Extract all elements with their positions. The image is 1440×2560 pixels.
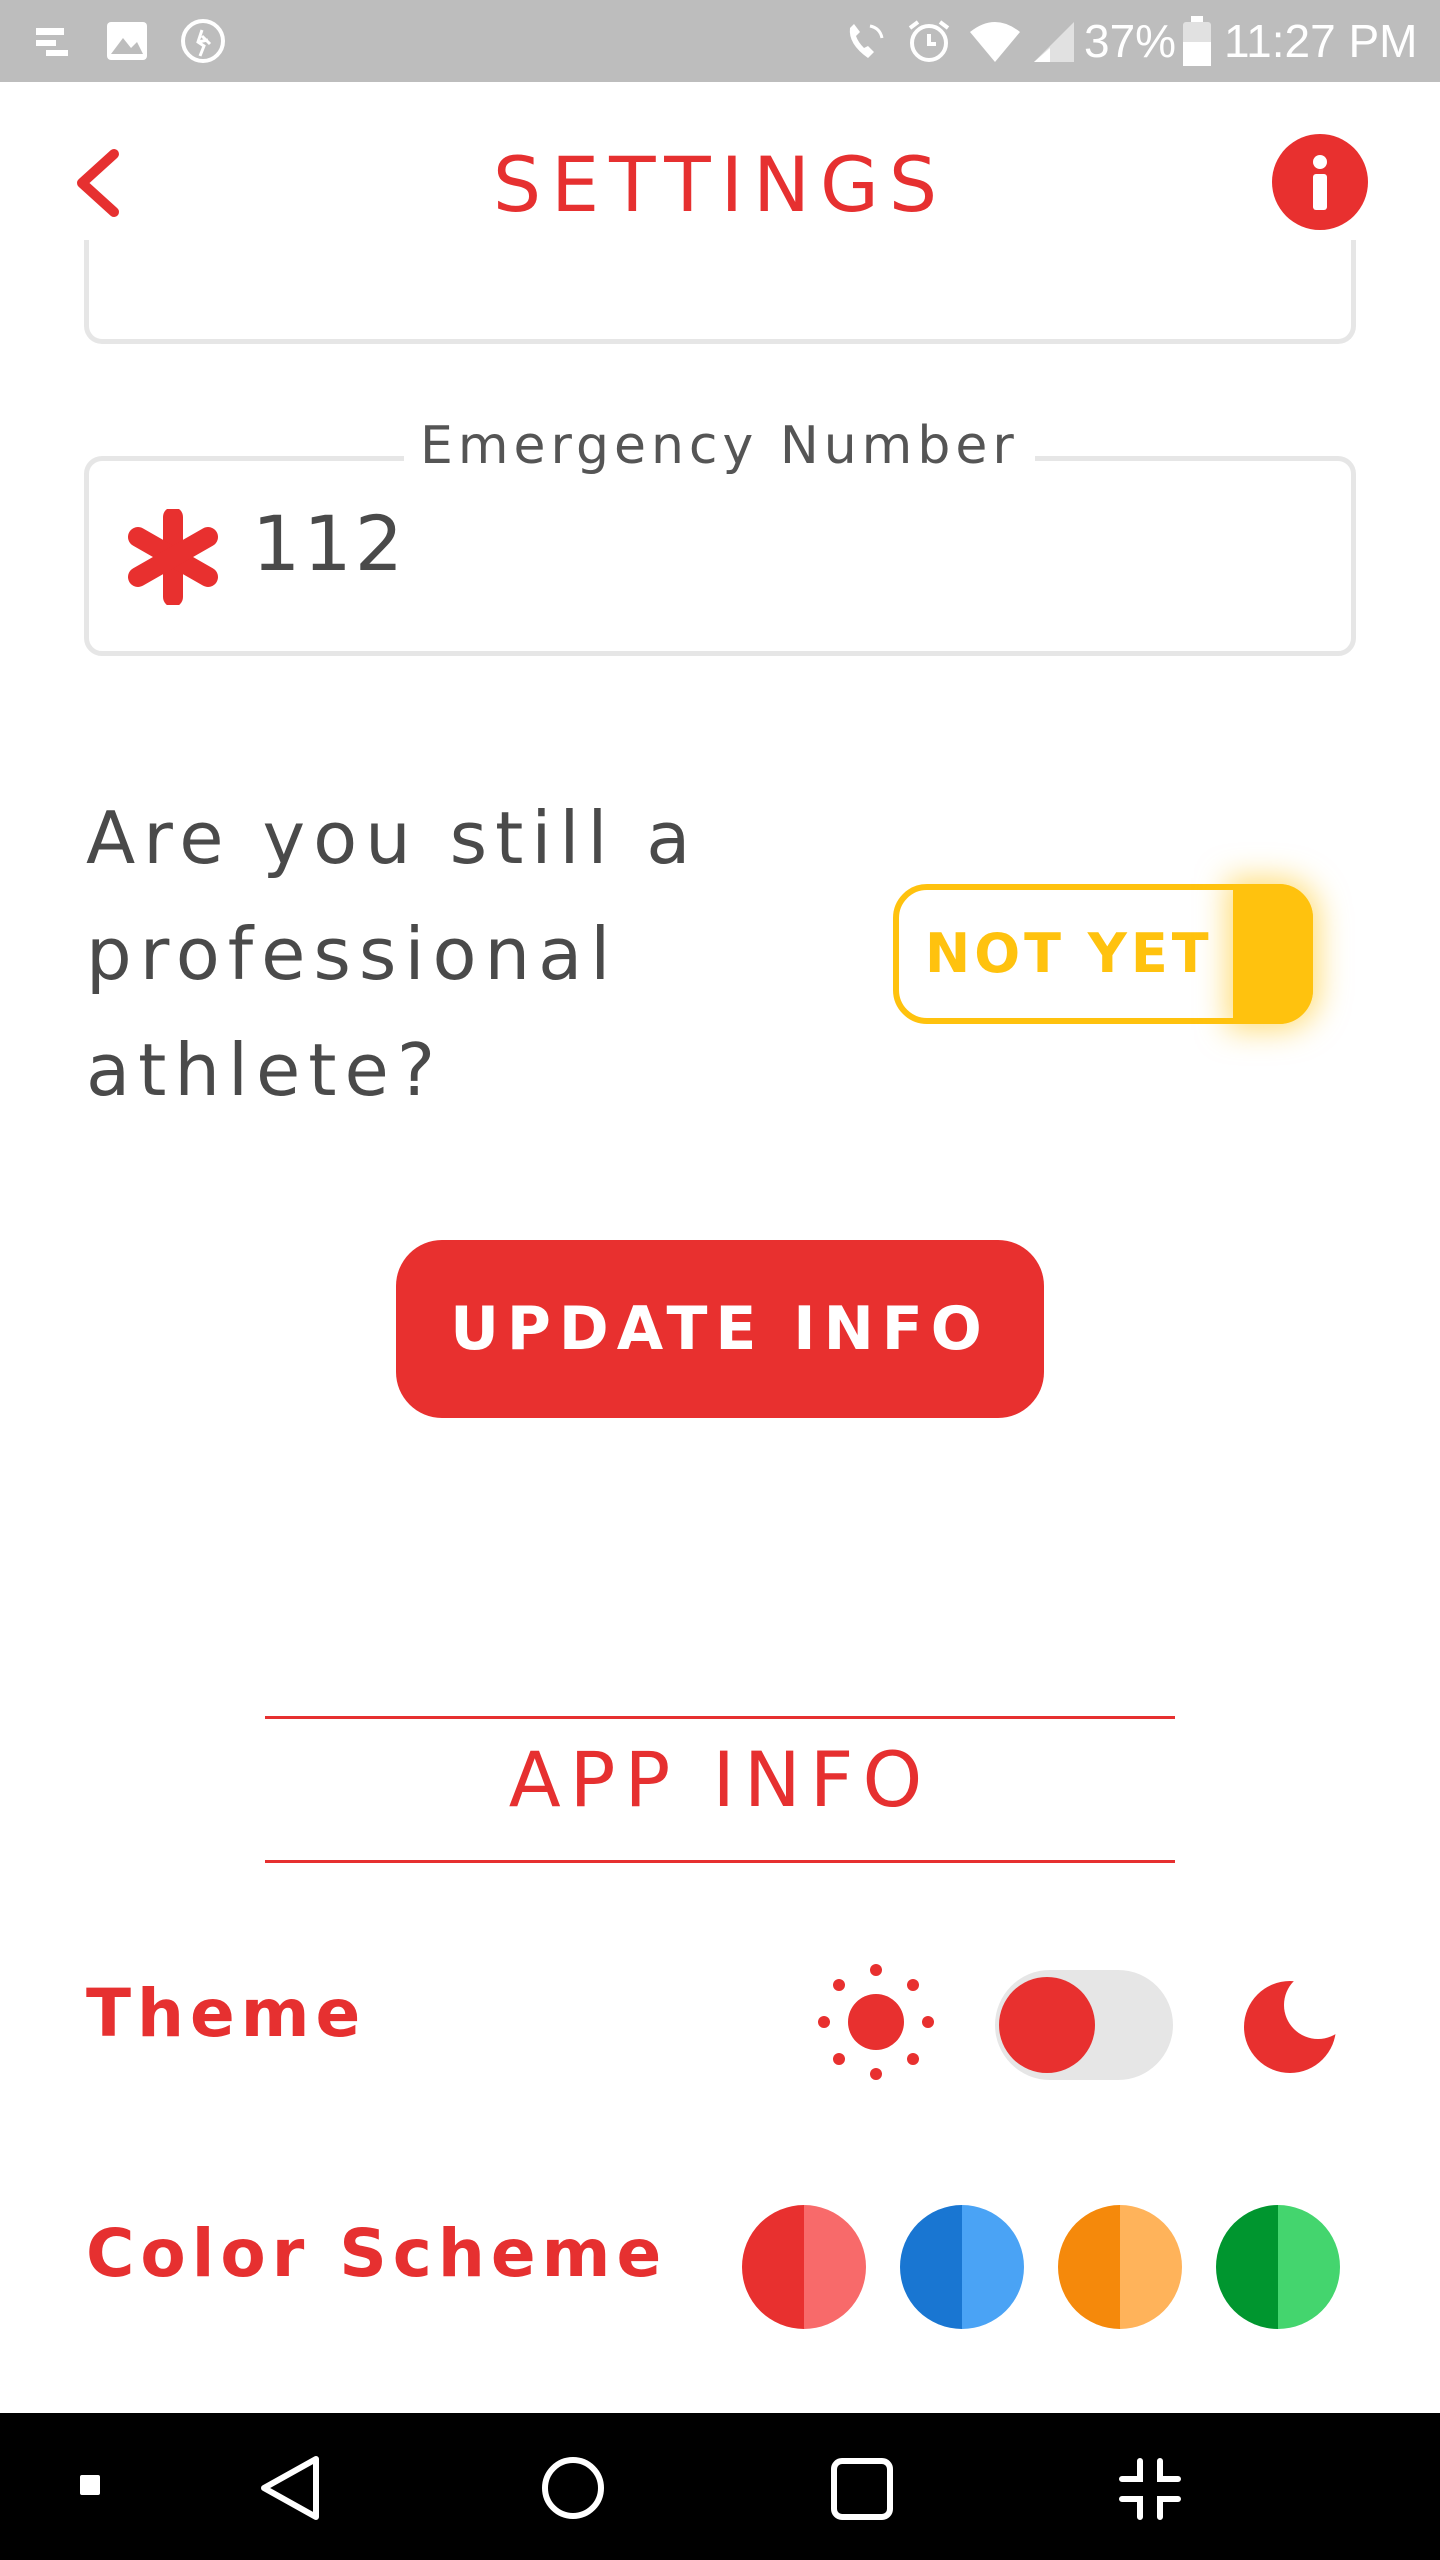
navigation-bar xyxy=(0,2413,1440,2560)
emergency-number-value[interactable]: 112 xyxy=(252,499,406,588)
color-swatch-orange[interactable] xyxy=(1058,2205,1182,2329)
gallery-icon xyxy=(107,22,147,60)
update-info-button[interactable]: UPDATE INFO xyxy=(396,1240,1044,1418)
app-info-title: APP INFO xyxy=(508,1735,932,1824)
sun-icon[interactable] xyxy=(816,1962,936,2082)
color-scheme-label: Color Scheme xyxy=(86,2215,668,2292)
recents-nav-icon[interactable] xyxy=(830,2457,894,2521)
clock: 11:27 PM xyxy=(1224,15,1418,67)
professional-athlete-toggle[interactable]: NOT YET xyxy=(893,884,1313,1024)
moon-icon[interactable] xyxy=(1240,1975,1344,2079)
wifi-icon xyxy=(970,22,1020,62)
screen-mirror-icon xyxy=(36,28,68,56)
section-divider-top xyxy=(265,1716,1175,1719)
exit-fullscreen-icon[interactable] xyxy=(1118,2457,1182,2521)
asterisk-icon xyxy=(128,509,218,605)
emergency-number-field[interactable]: 112 xyxy=(84,456,1356,656)
walking-icon xyxy=(181,19,225,63)
previous-field[interactable] xyxy=(84,240,1356,344)
back-nav-icon[interactable] xyxy=(256,2453,326,2523)
color-swatch-red[interactable] xyxy=(742,2205,866,2329)
alarm-icon xyxy=(908,20,950,62)
wifi-call-icon xyxy=(849,24,884,58)
menu-dot-icon[interactable] xyxy=(78,2473,102,2497)
question-line-2: professional xyxy=(86,912,619,996)
theme-label: Theme xyxy=(86,1975,367,2052)
signal-icon xyxy=(1034,22,1074,62)
info-icon[interactable] xyxy=(1272,134,1368,230)
question-line-3: athlete? xyxy=(86,1028,444,1112)
battery-icon xyxy=(1183,16,1211,66)
color-swatch-blue[interactable] xyxy=(900,2205,1024,2329)
emergency-number-label: Emergency Number xyxy=(404,416,1035,476)
toggle-knob xyxy=(1233,884,1313,1024)
home-nav-icon[interactable] xyxy=(540,2455,606,2521)
battery-percentage: 37% xyxy=(1084,15,1177,67)
theme-toggle-knob xyxy=(999,1977,1095,2073)
status-bar: 37% 11:27 PM xyxy=(0,0,1440,82)
question-line-1: Are you still a xyxy=(86,796,699,880)
toggle-label: NOT YET xyxy=(925,922,1213,985)
theme-toggle[interactable] xyxy=(995,1970,1173,2080)
page-title: SETTINGS xyxy=(492,140,948,229)
section-divider-bottom xyxy=(265,1860,1175,1863)
professional-athlete-question: Are you still a professional athlete? xyxy=(86,780,786,1128)
color-swatch-green[interactable] xyxy=(1216,2205,1340,2329)
